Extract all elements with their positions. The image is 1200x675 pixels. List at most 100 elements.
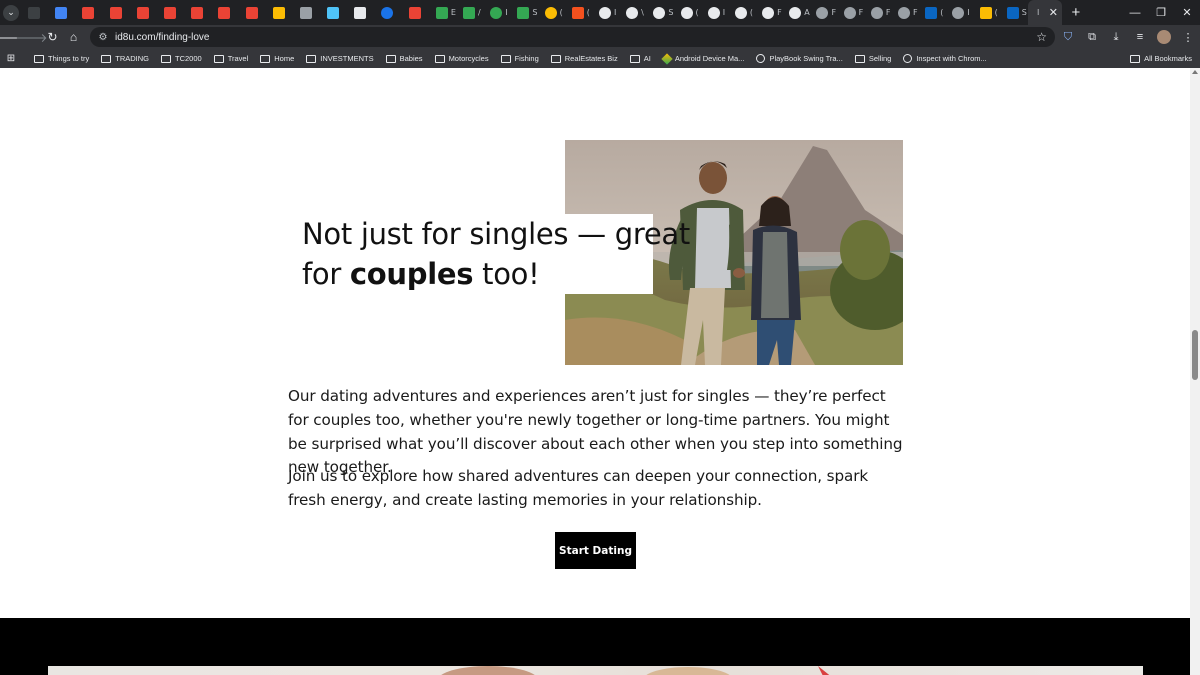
sheets-icon <box>435 6 448 19</box>
menu-kebab-icon[interactable]: ⋮ <box>1176 25 1200 49</box>
tab-title: S <box>532 8 538 17</box>
url-text[interactable]: id8u.com/finding-love <box>115 32 210 43</box>
bookmark-label: Inspect with Chrom... <box>916 54 987 63</box>
tab-strip: ⌄ E / I S((I \ S(I(F A F F F F(I(S I ✕ + — ❐ ✕ <box>0 0 1200 25</box>
browser-tab[interactable] <box>294 0 321 25</box>
bookmark-item[interactable]: Android Device Ma... <box>661 52 744 65</box>
browser-tab[interactable]: / <box>457 0 484 25</box>
browser-tab[interactable] <box>131 0 158 25</box>
browser-tab[interactable]: F <box>892 0 919 25</box>
heading-line-2: for couples too! <box>302 254 653 294</box>
browser-tab[interactable] <box>49 0 76 25</box>
tab-active[interactable]: I ✕ <box>1027 0 1062 25</box>
browser-tab[interactable]: A <box>783 0 810 25</box>
browser-tab[interactable]: ( <box>675 0 702 25</box>
tab-title: I <box>613 8 617 17</box>
browser-tab[interactable] <box>158 0 185 25</box>
bookmark-item[interactable]: Motorcycles <box>434 54 489 63</box>
browser-tab[interactable]: S <box>647 0 674 25</box>
tab-title: I <box>967 8 970 17</box>
browser-tab[interactable] <box>375 0 402 25</box>
bookmark-label: Selling <box>868 54 892 63</box>
bookmark-item[interactable]: Home <box>260 54 294 63</box>
minimize-button[interactable]: — <box>1122 0 1148 25</box>
browser-tab[interactable] <box>267 0 294 25</box>
bookmark-item[interactable]: Things to try <box>34 54 89 63</box>
browser-tab[interactable] <box>321 0 348 25</box>
browser-tab[interactable]: ( <box>539 0 566 25</box>
browser-tab[interactable]: I <box>946 0 973 25</box>
bookmark-item[interactable]: Selling <box>854 54 892 63</box>
browser-tab[interactable] <box>348 0 375 25</box>
bitwarden-shield-icon[interactable]: ⛉ <box>1056 25 1080 49</box>
browser-tab[interactable]: ( <box>566 0 593 25</box>
bookmark-label: PlayBook Swing Tra... <box>769 54 843 63</box>
browser-tab[interactable]: F <box>865 0 892 25</box>
bookmark-item[interactable]: INVESTMENTS <box>306 54 374 63</box>
scroll-up-arrow-icon[interactable] <box>1192 70 1198 74</box>
apps-grid-icon[interactable]: ⊞ <box>0 53 22 64</box>
bookmark-star-icon[interactable]: ☆ <box>1036 30 1047 44</box>
close-tab-icon[interactable]: ✕ <box>1049 6 1058 19</box>
browser-tab[interactable] <box>76 0 103 25</box>
red-app-icon <box>408 6 421 19</box>
browser-tab[interactable] <box>185 0 212 25</box>
tab-search-button[interactable]: ⌄ <box>0 0 22 25</box>
start-dating-button[interactable]: Start Dating <box>555 532 636 569</box>
browser-tab[interactable] <box>403 0 430 25</box>
dark-section <box>0 618 1190 675</box>
browser-tab[interactable] <box>104 0 131 25</box>
bookmark-item[interactable]: TRADING <box>101 54 149 63</box>
bookmark-label: Babies <box>399 54 423 63</box>
browser-tab[interactable]: I <box>702 0 729 25</box>
restore-button[interactable]: ❐ <box>1148 0 1174 25</box>
forward-button[interactable]: 🡒 <box>15 25 47 49</box>
globe-icon <box>898 6 910 19</box>
media-control-icon[interactable]: ≡ <box>1128 25 1152 49</box>
folder-icon <box>34 54 44 63</box>
extensions-icon[interactable]: ⧉ <box>1080 25 1104 49</box>
globe-icon <box>903 54 913 63</box>
browser-tab[interactable]: ( <box>729 0 756 25</box>
page-scrollbar[interactable] <box>1190 68 1200 675</box>
bookmark-item[interactable]: Fishing <box>500 54 539 63</box>
browser-tab[interactable] <box>240 0 267 25</box>
browser-tab[interactable]: ( <box>974 0 1001 25</box>
reload-button[interactable]: ↻ <box>42 25 63 49</box>
scrollbar-thumb[interactable] <box>1192 330 1198 380</box>
browser-tab[interactable]: I <box>484 0 511 25</box>
browser-tab[interactable]: S <box>511 0 538 25</box>
bookmark-list: Things to try TRADING TC2000 Travel Home INVE… <box>22 52 987 65</box>
browser-tab[interactable]: \ <box>620 0 647 25</box>
bookmark-item[interactable]: AI <box>629 54 651 63</box>
bookmark-item[interactable]: Travel <box>213 54 248 63</box>
browser-tab[interactable] <box>212 0 239 25</box>
browser-tab[interactable]: S <box>1001 0 1028 25</box>
browser-tab[interactable]: I <box>593 0 620 25</box>
bookmark-label: Things to try <box>48 54 90 63</box>
bookmark-item[interactable]: RealEstates Biz <box>550 54 618 63</box>
close-window-button[interactable]: ✕ <box>1174 0 1200 25</box>
browser-tab[interactable]: E <box>430 0 457 25</box>
bookmark-item[interactable]: Inspect with Chrom... <box>903 54 987 63</box>
new-tab-button[interactable]: + <box>1066 4 1086 21</box>
download-icon[interactable]: ⤓ <box>1104 25 1128 49</box>
all-bookmarks-button[interactable]: All Bookmarks <box>1130 54 1192 63</box>
browser-tab[interactable]: F <box>756 0 783 25</box>
bookmark-item[interactable]: Babies <box>385 54 423 63</box>
bookmark-item[interactable]: PlayBook Swing Tra... <box>756 54 843 63</box>
sheets-icon <box>517 6 530 19</box>
tab-title: F <box>831 8 837 17</box>
profile-avatar[interactable] <box>1157 30 1171 44</box>
bookmark-item[interactable]: TC2000 <box>161 54 202 63</box>
browser-tab[interactable]: F <box>838 0 865 25</box>
page-viewport: Not just for singles — great for couples… <box>0 68 1190 675</box>
browser-tab[interactable] <box>22 0 49 25</box>
bookmark-label: Motorcycles <box>448 54 489 63</box>
site-info-icon[interactable]: ⚙ <box>94 32 112 43</box>
browser-tab[interactable]: F <box>810 0 837 25</box>
browser-tab[interactable]: ( <box>919 0 946 25</box>
address-bar[interactable]: ⚙ id8u.com/finding-love ☆ <box>90 27 1055 47</box>
home-button[interactable]: ⌂ <box>63 25 84 49</box>
bookmarks-bar: ⊞ Things to try TRADING TC2000 Travel Home IN… <box>0 49 1200 68</box>
